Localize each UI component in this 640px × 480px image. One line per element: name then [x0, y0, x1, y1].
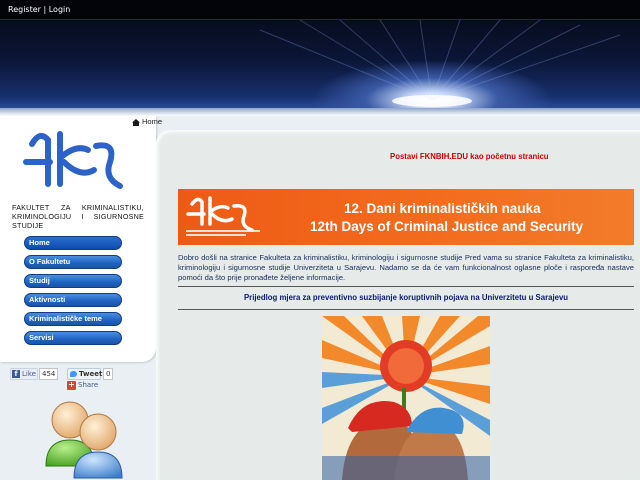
facebook-icon: f [12, 370, 20, 378]
site-header: Register | Login [0, 0, 640, 108]
social-buttons: f Like 454 Tweet 0 + Share [8, 368, 148, 390]
like-count: 454 [39, 368, 59, 380]
nav-kriminalisticke-teme[interactable]: Kriminalističke teme [24, 312, 122, 326]
share-label: Share [78, 381, 99, 389]
register-link[interactable]: Register [8, 5, 41, 14]
users-icon[interactable] [44, 396, 128, 480]
nav-o-fakultetu[interactable]: O Fakultetu [24, 255, 122, 269]
divider [178, 309, 634, 310]
header-divider [0, 108, 640, 116]
nav-servisi[interactable]: Servisi [24, 331, 122, 345]
faculty-name: FAKULTET ZA KRIMINALISTIKU, KRIMINOLOGIJ… [12, 203, 144, 230]
conference-banner[interactable]: 12. Dani kriminalističkih nauka 12th Day… [178, 189, 634, 245]
login-link[interactable]: Login [49, 5, 71, 14]
tweet-button[interactable]: Tweet [67, 368, 103, 380]
nav-aktivnosti[interactable]: Aktivnosti [24, 293, 122, 307]
banner-logo [186, 196, 260, 236]
share-button[interactable]: + Share [67, 380, 98, 390]
plus-icon: + [67, 380, 76, 390]
home-icon [132, 118, 140, 126]
anti-corruption-poster[interactable] [322, 316, 490, 480]
tweet-label: Tweet [79, 370, 103, 378]
main-nav: Home O Fakultetu Studij Aktivnosti Krimi… [24, 236, 122, 350]
divider [178, 286, 634, 287]
tweet-count: 0 [103, 368, 114, 380]
nav-home[interactable]: Home [24, 236, 122, 250]
top-bar: Register | Login [0, 0, 640, 20]
proposal-link[interactable]: Prijedlog mjera za preventivno suzbijanj… [178, 293, 634, 302]
set-homepage-link[interactable]: Postavi FKNBIH.EDU kao početnu stranicu [390, 152, 549, 161]
banner-title-en: 12th Days of Criminal Justice and Securi… [310, 219, 584, 234]
faculty-logo[interactable] [18, 126, 128, 196]
breadcrumb-home[interactable]: Home [142, 117, 162, 126]
facebook-like-button[interactable]: f Like [10, 368, 38, 380]
welcome-text: Dobro došli na stranice Fakulteta za kri… [178, 253, 634, 282]
banner-title-bs: 12. Dani kriminalističkih nauka [344, 201, 541, 216]
sidebar: FAKULTET ZA KRIMINALISTIKU, KRIMINOLOGIJ… [0, 116, 156, 362]
breadcrumb: Home [132, 116, 162, 128]
link-separator: | [43, 5, 47, 14]
nav-studij[interactable]: Studij [24, 274, 122, 288]
twitter-bird-icon [70, 371, 77, 377]
like-label: Like [22, 370, 36, 378]
